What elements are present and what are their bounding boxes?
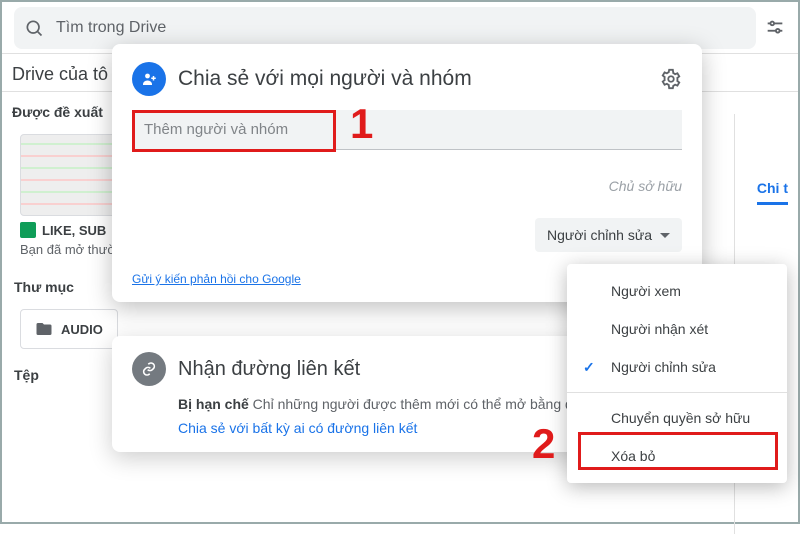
feedback-link[interactable]: Gửi ý kiến phản hồi cho Google xyxy=(132,272,301,286)
role-menu-viewer[interactable]: Người xem xyxy=(567,272,787,310)
role-menu-remove[interactable]: Xóa bỏ xyxy=(567,437,787,475)
role-menu-commenter[interactable]: Người nhận xét xyxy=(567,310,787,348)
add-people-input[interactable]: Thêm người và nhóm xyxy=(132,110,682,150)
folder-icon xyxy=(35,320,53,338)
details-tab[interactable]: Chi t xyxy=(757,180,788,205)
add-people-placeholder: Thêm người và nhóm xyxy=(144,121,288,138)
search-placeholder: Tìm trong Drive xyxy=(56,19,166,37)
folder-name: AUDIO xyxy=(61,322,103,337)
search-options-icon[interactable] xyxy=(764,17,786,39)
search-input[interactable]: Tìm trong Drive xyxy=(14,7,756,49)
gear-icon[interactable] xyxy=(660,68,682,90)
restricted-bold: Bị hạn chế xyxy=(178,396,249,412)
annotation-number-2: 2 xyxy=(532,420,555,468)
file-name: LIKE, SUB xyxy=(42,223,106,238)
role-menu-transfer-ownership[interactable]: Chuyển quyền sở hữu xyxy=(567,399,787,437)
role-dropdown-button[interactable]: Người chỉnh sửa xyxy=(535,218,682,252)
role-button-label: Người chỉnh sửa xyxy=(547,227,652,243)
chevron-down-icon xyxy=(660,233,670,238)
link-icon xyxy=(132,352,166,386)
share-title: Chia sẻ với mọi người và nhóm xyxy=(178,67,660,91)
folder-chip[interactable]: AUDIO xyxy=(20,309,118,349)
role-menu: Người xem Người nhận xét Người chỉnh sửa… xyxy=(567,264,787,483)
people-add-icon xyxy=(132,62,166,96)
owner-label: Chủ sở hữu xyxy=(132,178,682,194)
menu-separator xyxy=(567,392,787,393)
search-icon xyxy=(24,18,44,38)
annotation-number-1: 1 xyxy=(350,100,373,148)
sheets-icon xyxy=(20,222,36,238)
role-menu-editor[interactable]: Người chỉnh sửa xyxy=(567,348,787,386)
